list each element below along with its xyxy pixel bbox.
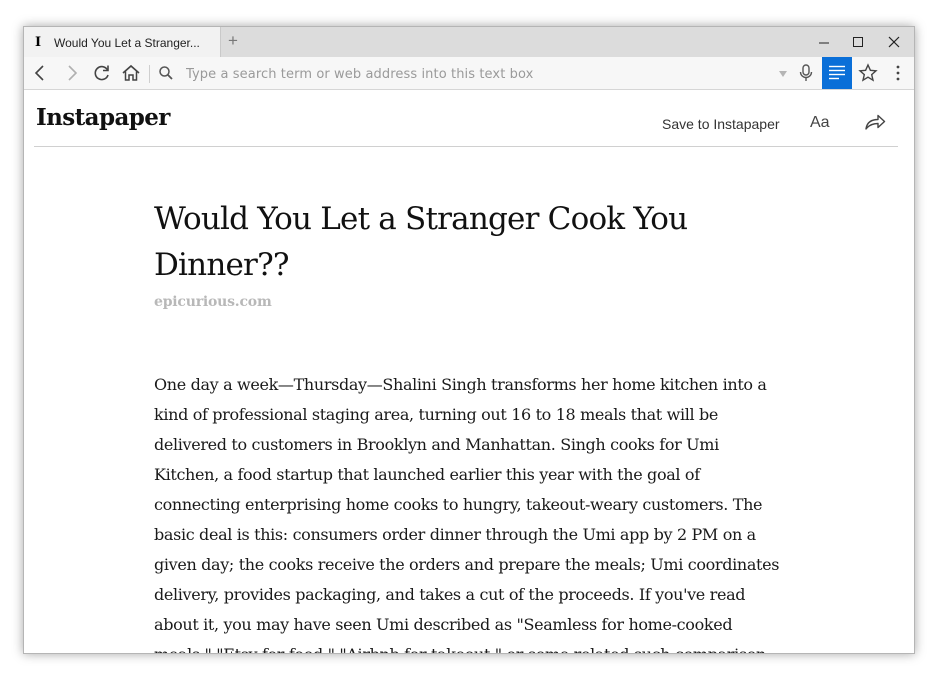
address-bar[interactable]	[154, 59, 814, 87]
microphone-icon[interactable]	[798, 63, 814, 83]
reload-icon	[94, 65, 109, 81]
tab-bar: I Would You Let a Stranger... +	[24, 27, 914, 57]
menu-icon	[896, 65, 900, 81]
instapaper-header: Instapaper Save to Instapaper Aa	[34, 89, 898, 147]
close-icon	[888, 36, 900, 48]
article: Would You Let a Stranger Cook You Dinner…	[154, 147, 794, 653]
back-button[interactable]	[26, 57, 54, 89]
reload-button[interactable]	[88, 57, 116, 89]
browser-window: I Would You Let a Stranger... + Type a s…	[23, 26, 915, 654]
instapaper-logo[interactable]: Instapaper	[36, 104, 170, 131]
forward-button[interactable]	[58, 57, 86, 89]
back-icon	[34, 65, 44, 81]
share-button[interactable]	[864, 113, 886, 135]
menu-button[interactable]	[884, 57, 912, 89]
dropdown-icon[interactable]	[778, 69, 788, 79]
maximize-button[interactable]	[840, 27, 876, 57]
reader-view-icon	[829, 65, 845, 80]
save-to-instapaper-button[interactable]: Save to Instapaper	[662, 116, 780, 132]
reader-view-button[interactable]	[822, 57, 852, 89]
forward-icon	[68, 65, 78, 81]
browser-tab[interactable]: I Would You Let a Stranger...	[24, 27, 221, 57]
search-icon	[159, 66, 173, 80]
home-icon	[122, 64, 140, 81]
toolbar-separator	[149, 65, 150, 83]
new-tab-button[interactable]: +	[228, 31, 238, 51]
favorite-button[interactable]	[854, 57, 882, 89]
browser-toolbar	[24, 57, 914, 90]
minimize-icon	[819, 42, 829, 44]
font-settings-button[interactable]: Aa	[810, 114, 830, 132]
tab-favicon-icon: I	[35, 35, 42, 50]
home-button[interactable]	[117, 57, 145, 89]
share-icon	[865, 114, 886, 130]
close-button[interactable]	[876, 27, 912, 57]
maximize-icon	[853, 37, 863, 47]
minimize-button[interactable]	[806, 27, 842, 57]
address-input[interactable]	[184, 62, 748, 86]
star-icon	[858, 63, 878, 82]
article-title: Would You Let a Stranger Cook You Dinner…	[154, 201, 688, 283]
article-source[interactable]: epicurious.com	[154, 294, 794, 310]
article-body: One day a week—Thursday—Shalini Singh tr…	[154, 375, 780, 653]
tab-title: Would You Let a Stranger...	[54, 36, 200, 50]
